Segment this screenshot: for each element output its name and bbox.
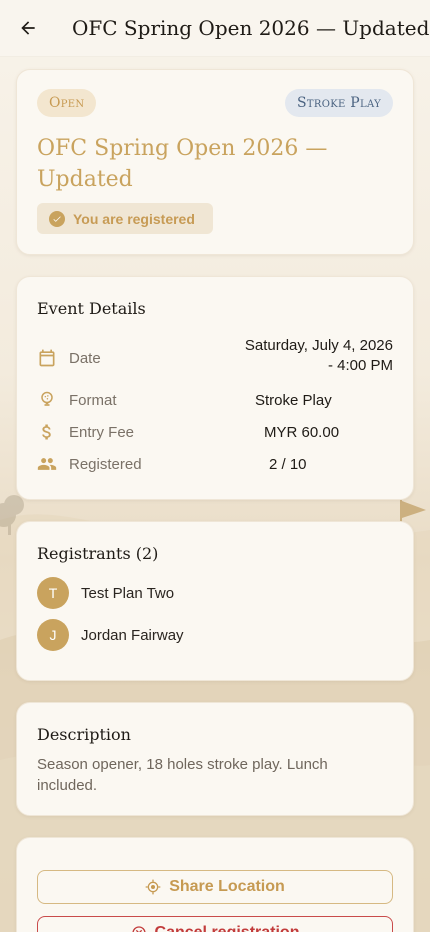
share-location-button[interactable]: Share Location [37, 870, 393, 904]
calendar-icon [37, 348, 57, 368]
page-title: OFC Spring Open 2026 — Updated [72, 16, 430, 40]
detail-row-date: Date Saturday, July 4, 2026 - 4:00 PM [37, 337, 393, 374]
detail-row-entry-fee: Entry Fee MYR 60.00 [37, 420, 393, 444]
format-badge: Stroke Play [285, 89, 393, 117]
detail-value-entry-fee: MYR 60.00 [264, 423, 340, 441]
detail-row-format: Format Stroke Play [37, 388, 393, 412]
registrants-heading: Registrants (2) [37, 544, 159, 563]
arrow-left-icon [21, 21, 35, 35]
golf-ball-icon [37, 390, 57, 410]
detail-label: Registered [69, 455, 142, 473]
cancel-registration-button[interactable]: Cancel registration [37, 916, 393, 932]
detail-label: Format [69, 391, 117, 409]
flag-icon [400, 500, 426, 522]
cancel-icon [131, 925, 147, 932]
dollar-icon [37, 422, 57, 442]
back-button[interactable] [0, 0, 56, 56]
description-card: Description Season opener, 18 holes stro… [16, 702, 414, 816]
share-location-label: Share Location [169, 878, 285, 895]
avatar: J [37, 619, 69, 651]
details-heading: Event Details [37, 299, 146, 318]
detail-row-registered: Registered 2 / 10 [37, 452, 393, 476]
registrants-card: Registrants (2) T Test Plan Two J Jordan… [16, 521, 414, 681]
registrant-name: Test Plan Two [81, 584, 175, 602]
detail-value-format: Stroke Play [255, 391, 332, 409]
registered-badge: You are registered [37, 203, 213, 234]
event-summary-card: Open Stroke Play OFC Spring Open 2026 — … [16, 69, 414, 255]
registrant-item: T Test Plan Two [37, 577, 174, 609]
app-bar: OFC Spring Open 2026 — Updated [0, 0, 430, 56]
avatar: T [37, 577, 69, 609]
location-icon [145, 879, 161, 895]
check-circle-icon [49, 210, 65, 227]
event-detail-screen: OFC Spring Open 2026 — Updated Open Stro… [0, 0, 430, 932]
cancel-registration-label: Cancel registration [155, 924, 300, 932]
people-icon [37, 454, 57, 474]
actions-card: Share Location Cancel registration [16, 837, 414, 932]
detail-label: Entry Fee [69, 423, 135, 441]
detail-value-date: Saturday, July 4, 2026 - 4:00 PM [244, 337, 393, 374]
event-title: OFC Spring Open 2026 — Updated [37, 136, 328, 192]
registrant-name: Jordan Fairway [81, 626, 184, 644]
description-heading: Description [37, 725, 131, 744]
status-badge: Open [37, 89, 97, 117]
detail-label: Date [69, 349, 101, 367]
registrant-item: J Jordan Fairway [37, 619, 184, 651]
event-details-card: Event Details Date Saturday, July 4, 202… [16, 276, 414, 500]
description-text: Season opener, 18 holes stroke play. Lun… [37, 756, 328, 794]
registered-label: You are registered [73, 210, 195, 227]
detail-value-registered: 2 / 10 [269, 455, 307, 473]
